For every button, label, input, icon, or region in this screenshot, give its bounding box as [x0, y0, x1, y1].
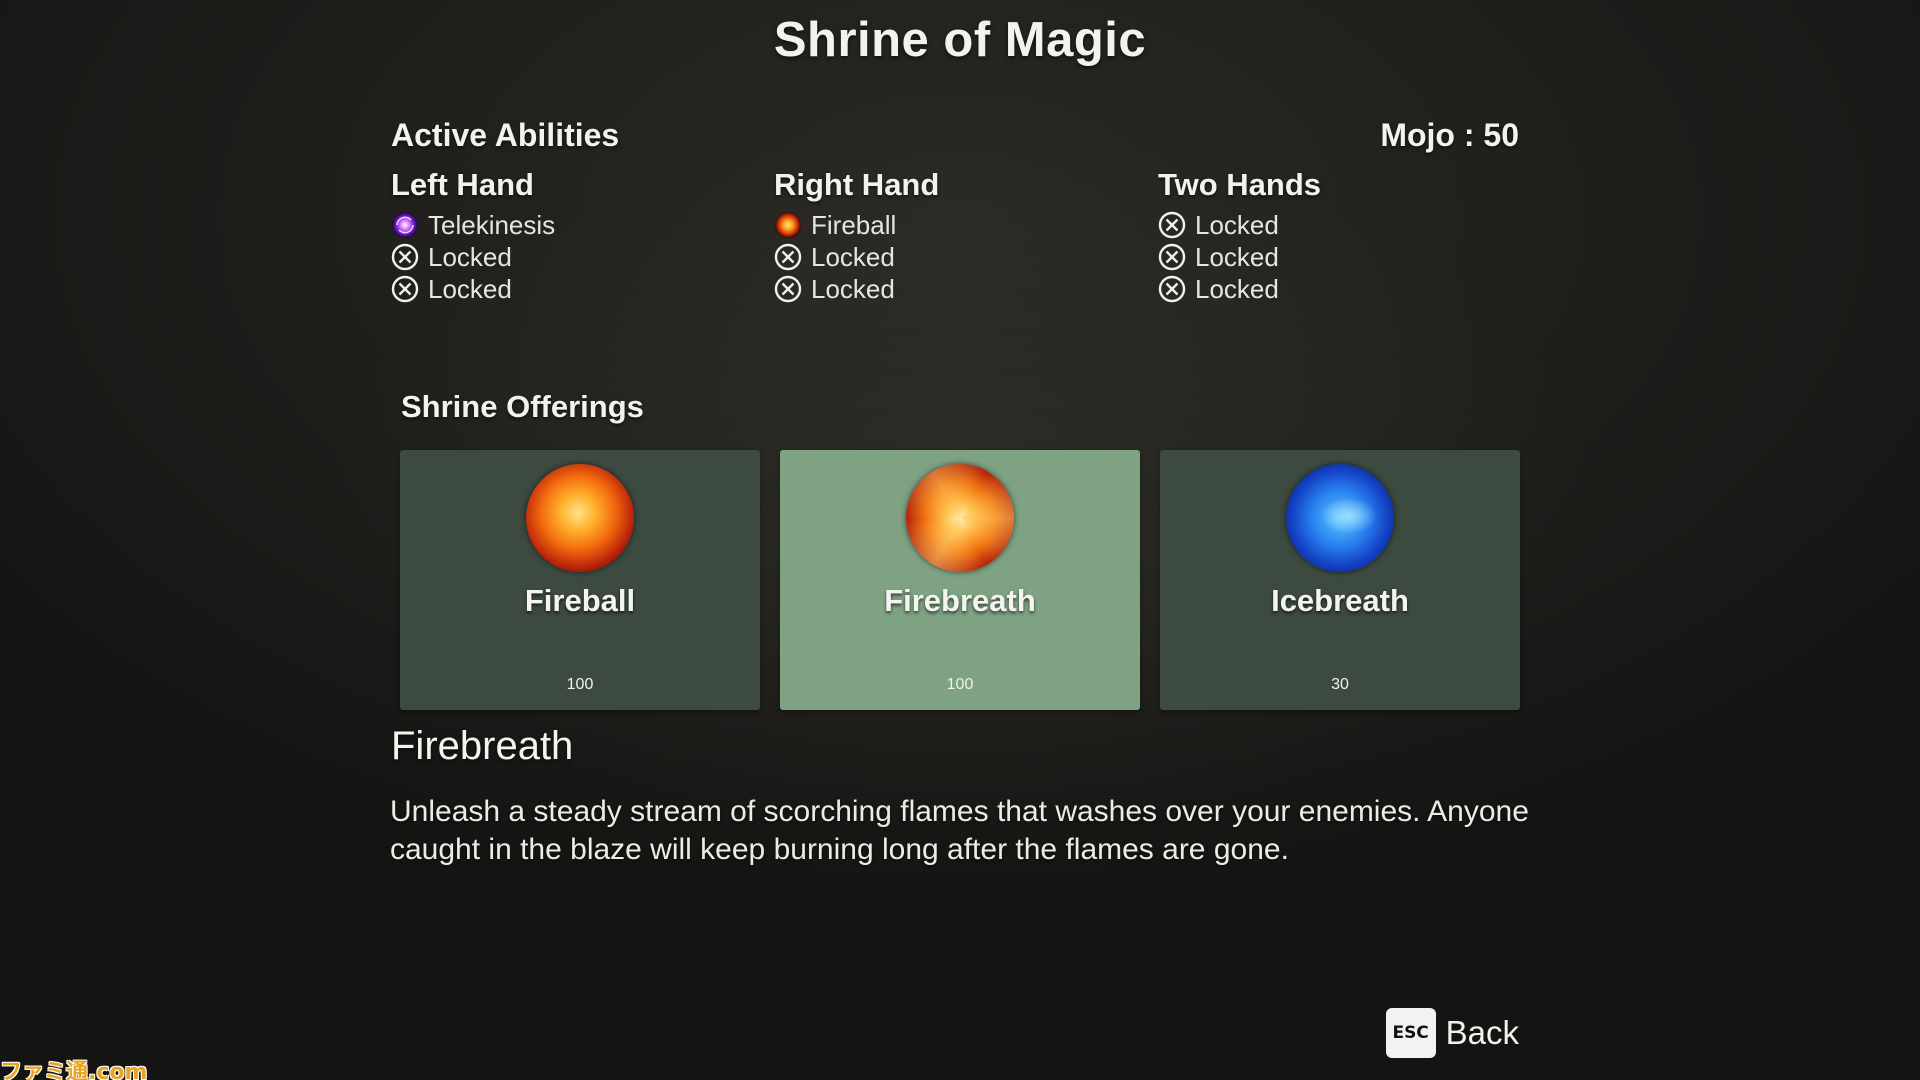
- right-hand-title: Right Hand: [774, 167, 940, 202]
- offering-name: Icebreath: [1271, 583, 1409, 618]
- slot-label: Fireball: [811, 209, 897, 240]
- back-label: Back: [1445, 1014, 1519, 1051]
- left-hand-slot-2[interactable]: Locked: [391, 241, 721, 273]
- two-hands-slot-2[interactable]: Locked: [1158, 241, 1488, 273]
- slot-label: Locked: [428, 273, 512, 304]
- left-hand-column: Left Hand Telekinesis Locked Locked: [391, 167, 721, 305]
- right-hand-column: Right Hand Fireball Locked Locked: [774, 167, 1104, 305]
- left-hand-slot-3[interactable]: Locked: [391, 273, 721, 305]
- slot-label: Telekinesis: [428, 209, 556, 240]
- offering-cost: 30: [1331, 676, 1349, 693]
- offering-name: Firebreath: [884, 583, 1036, 618]
- fireball-icon: [775, 212, 801, 238]
- locked-icon: [774, 275, 802, 303]
- right-hand-slot-2[interactable]: Locked: [774, 241, 1104, 273]
- offering-cost: 100: [566, 676, 594, 693]
- selected-offering-description: Unleash a steady stream of scorching fla…: [390, 795, 1529, 866]
- slot-label: Locked: [1195, 241, 1279, 272]
- slot-label: Locked: [1195, 209, 1279, 240]
- firebreath-orb-icon: [906, 464, 1014, 572]
- fireball-orb-icon: [526, 464, 634, 572]
- two-hands-slot-1[interactable]: Locked: [1158, 209, 1488, 241]
- selected-offering-title: Firebreath: [391, 724, 574, 768]
- back-button[interactable]: ESC Back: [1385, 1008, 1519, 1058]
- right-hand-slot-3[interactable]: Locked: [774, 273, 1104, 305]
- slot-label: Locked: [428, 241, 512, 272]
- two-hands-title: Two Hands: [1158, 167, 1322, 202]
- left-hand-slot-1[interactable]: Telekinesis: [391, 209, 721, 241]
- slot-label: Locked: [811, 273, 895, 304]
- esc-key-icon: ESC: [1385, 1008, 1436, 1058]
- watermark-logo: ファミ通.com: [0, 1060, 148, 1080]
- two-hands-column: Two Hands Locked Locked Locked: [1158, 167, 1488, 305]
- locked-icon: [391, 275, 419, 303]
- offering-card-icebreath[interactable]: Icebreath 30: [1160, 450, 1520, 710]
- locked-icon: [1158, 211, 1186, 239]
- offering-card-fireball[interactable]: Fireball 100: [400, 450, 760, 710]
- offering-name: Fireball: [524, 583, 636, 618]
- locked-icon: [391, 243, 419, 271]
- left-hand-title: Left Hand: [391, 167, 534, 202]
- telekinesis-icon: [392, 212, 418, 238]
- shrine-offerings-heading: Shrine Offerings: [401, 389, 644, 424]
- right-hand-slot-1[interactable]: Fireball: [774, 209, 1104, 241]
- offering-card-firebreath[interactable]: Firebreath 100: [780, 450, 1140, 710]
- locked-icon: [774, 243, 802, 271]
- offering-cost: 100: [946, 676, 974, 693]
- two-hands-slot-3[interactable]: Locked: [1158, 273, 1488, 305]
- slot-label: Locked: [1195, 273, 1279, 304]
- icebreath-orb-icon: [1286, 464, 1394, 572]
- page-title: Shrine of Magic: [773, 13, 1147, 67]
- locked-icon: [1158, 275, 1186, 303]
- slot-label: Locked: [811, 241, 895, 272]
- locked-icon: [1158, 243, 1186, 271]
- mojo-counter: Mojo : 50: [1380, 117, 1519, 153]
- active-abilities-heading: Active Abilities: [391, 117, 620, 153]
